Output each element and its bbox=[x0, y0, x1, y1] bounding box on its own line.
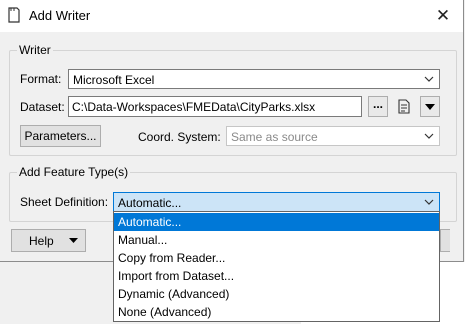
parameters-label: Parameters... bbox=[24, 129, 97, 143]
option-label: Automatic... bbox=[118, 215, 182, 229]
format-select[interactable]: Microsoft Excel bbox=[68, 69, 440, 89]
option-label: Manual... bbox=[118, 233, 168, 247]
writer-icon bbox=[8, 7, 20, 23]
dataset-options-button[interactable] bbox=[394, 96, 414, 117]
help-button[interactable]: Help bbox=[11, 229, 86, 252]
sheet-definition-label: Sheet Definition: bbox=[20, 195, 109, 209]
help-label: Help bbox=[29, 233, 54, 248]
browse-label: ... bbox=[372, 96, 383, 111]
ok-button[interactable] bbox=[440, 229, 450, 252]
option-label: Dynamic (Advanced) bbox=[118, 287, 230, 301]
dataset-field[interactable]: C:\Data-Workspaces\FMEData\CityParks.xls… bbox=[68, 96, 362, 117]
dropdown-option-manual[interactable]: Manual... bbox=[114, 231, 439, 249]
writer-group-title: Writer bbox=[17, 43, 53, 57]
chevron-down-icon bbox=[424, 76, 434, 82]
close-icon: ✕ bbox=[435, 6, 451, 25]
dropdown-arrow-icon bbox=[425, 103, 435, 110]
chevron-down-icon bbox=[424, 199, 434, 205]
close-button[interactable]: ✕ bbox=[423, 0, 463, 32]
feature-type-group-title: Add Feature Type(s) bbox=[17, 165, 131, 179]
dropdown-option-import-from-dataset[interactable]: Import from Dataset... bbox=[114, 267, 439, 285]
file-icon bbox=[398, 99, 410, 114]
chevron-down-icon bbox=[424, 133, 434, 139]
coord-system-value: Same as source bbox=[231, 130, 318, 144]
sheet-definition-select[interactable]: Automatic... bbox=[113, 192, 440, 212]
sheet-definition-dropdown: Automatic... Manual... Copy from Reader.… bbox=[113, 211, 440, 322]
parameters-button[interactable]: Parameters... bbox=[20, 125, 101, 147]
dropdown-arrow-icon bbox=[68, 238, 78, 243]
sheet-definition-value: Automatic... bbox=[118, 196, 182, 210]
dataset-value: C:\Data-Workspaces\FMEData\CityParks.xls… bbox=[72, 100, 316, 114]
dropdown-option-copy-from-reader[interactable]: Copy from Reader... bbox=[114, 249, 439, 267]
dropdown-option-none[interactable]: None (Advanced) bbox=[114, 303, 439, 321]
dropdown-option-automatic[interactable]: Automatic... bbox=[114, 213, 439, 231]
option-label: Copy from Reader... bbox=[118, 251, 226, 265]
title-bar: Add Writer ✕ bbox=[0, 0, 463, 32]
dataset-dropdown-button[interactable] bbox=[420, 96, 440, 117]
coord-system-select[interactable]: Same as source bbox=[226, 126, 440, 146]
dataset-label: Dataset: bbox=[20, 100, 65, 114]
browse-button[interactable]: ... bbox=[368, 96, 388, 117]
window-title: Add Writer bbox=[29, 8, 91, 23]
coord-system-label: Coord. System: bbox=[138, 130, 221, 144]
format-label: Format: bbox=[20, 72, 62, 86]
dropdown-option-dynamic[interactable]: Dynamic (Advanced) bbox=[114, 285, 439, 303]
option-label: Import from Dataset... bbox=[118, 269, 235, 283]
format-value: Microsoft Excel bbox=[73, 73, 155, 87]
option-label: None (Advanced) bbox=[118, 305, 212, 319]
